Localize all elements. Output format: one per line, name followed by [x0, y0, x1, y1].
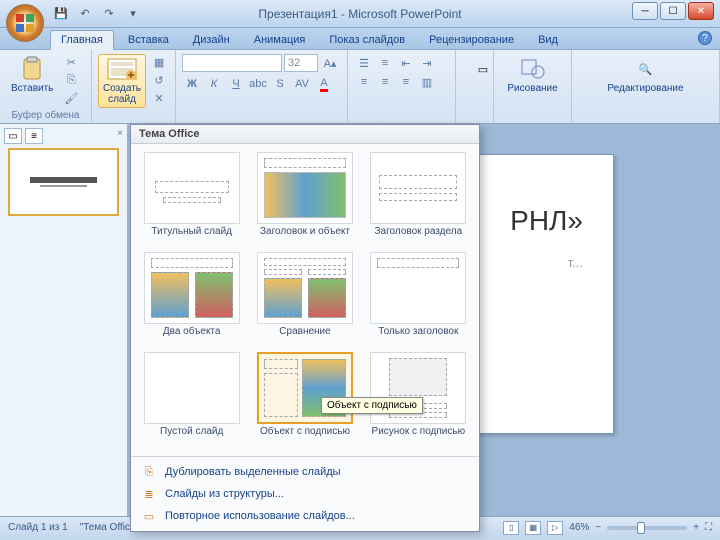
reset-icon[interactable]: ↺ — [150, 72, 168, 88]
minimize-button[interactable]: ─ — [632, 2, 658, 20]
find-icon: 🔍 — [630, 57, 662, 81]
menu-slides-from-outline[interactable]: ≣Слайды из структуры... — [131, 483, 479, 505]
titlebar: 💾 ↶ ↷ ▾ Презентация1 - Microsoft PowerPo… — [0, 0, 720, 28]
tab-design[interactable]: Дизайн — [183, 31, 240, 49]
help-icon[interactable]: ? — [698, 31, 712, 45]
tab-home[interactable]: Главная — [50, 30, 114, 50]
tab-insert[interactable]: Вставка — [118, 31, 179, 49]
tab-slideshow[interactable]: Показ слайдов — [319, 31, 415, 49]
outline-tab-icon[interactable]: ≡ — [25, 128, 43, 144]
align-left-icon[interactable]: ≡ — [354, 73, 374, 91]
layout-comparison[interactable]: Сравнение — [252, 252, 357, 348]
cut-icon[interactable]: ✂ — [62, 54, 80, 70]
layout-title-only[interactable]: Только заголовок — [366, 252, 471, 348]
workspace: ▭ ≡ × РНЛ» т... Тема Office Титульный сл… — [0, 124, 720, 516]
office-button[interactable] — [6, 4, 44, 42]
outline-icon: ≣ — [141, 486, 157, 502]
drawing-icon — [517, 57, 549, 81]
shadow-icon[interactable]: S — [270, 75, 290, 93]
copy-icon[interactable]: ⎘ — [62, 72, 80, 88]
quick-access-toolbar: 💾 ↶ ↷ ▾ — [52, 5, 142, 23]
fit-to-window-icon[interactable]: ⛶ — [705, 522, 712, 533]
indent-right-icon[interactable]: ⇥ — [417, 54, 437, 72]
layout-blank[interactable]: Пустой слайд — [139, 352, 244, 448]
status-slide-count: Слайд 1 из 1 — [8, 522, 68, 533]
ribbon: Вставить ✂ ⎘ 🖌 Буфер обмена Создать слай… — [0, 50, 720, 124]
layout-gallery: Тема Office Титульный слайд Заголовок и … — [130, 124, 480, 532]
group-clipboard-label: Буфер обмена — [6, 108, 85, 121]
sorter-view-icon[interactable]: ▦ — [525, 521, 541, 535]
drawing-button[interactable]: Рисование — [500, 54, 565, 97]
undo-icon[interactable]: ↶ — [76, 5, 94, 23]
maximize-button[interactable]: ☐ — [660, 2, 686, 20]
qat-dropdown-icon[interactable]: ▾ — [124, 5, 142, 23]
panel-close-icon[interactable]: × — [117, 128, 123, 144]
strike-icon[interactable]: abc — [248, 75, 268, 93]
italic-icon[interactable]: К — [204, 75, 224, 93]
tab-view[interactable]: Вид — [528, 31, 568, 49]
format-painter-icon[interactable]: 🖌 — [62, 90, 80, 106]
slide-thumbnail-1[interactable] — [8, 148, 119, 216]
zoom-in-icon[interactable]: + — [693, 522, 699, 533]
zoom-level[interactable]: 46% — [569, 522, 589, 533]
layout-icon[interactable]: ▦ — [150, 54, 168, 70]
tooltip: Объект с подписью — [321, 397, 423, 414]
normal-view-icon[interactable]: ▯ — [503, 521, 519, 535]
gallery-header: Тема Office — [131, 125, 479, 144]
zoom-out-icon[interactable]: − — [595, 522, 601, 533]
align-center-icon[interactable]: ≡ — [375, 73, 395, 91]
save-icon[interactable]: 💾 — [52, 5, 70, 23]
font-size-combo[interactable]: 32 — [284, 54, 318, 72]
bullets-icon[interactable]: ☰ — [354, 54, 374, 72]
bold-icon[interactable]: Ж — [182, 75, 202, 93]
layout-section-header[interactable]: Заголовок раздела — [366, 152, 471, 248]
font-family-combo[interactable] — [182, 54, 282, 72]
reuse-icon: ▭ — [141, 508, 157, 524]
tab-animations[interactable]: Анимация — [244, 31, 316, 49]
underline-icon[interactable]: Ч — [226, 75, 246, 93]
columns-icon[interactable]: ▥ — [417, 73, 437, 91]
ribbon-tabs: Главная Вставка Дизайн Анимация Показ сл… — [0, 28, 720, 50]
duplicate-icon: ⎘ — [141, 464, 157, 480]
new-slide-label: Создать слайд — [103, 83, 141, 105]
indent-left-icon[interactable]: ⇤ — [396, 54, 416, 72]
window-title: Презентация1 - Microsoft PowerPoint — [258, 7, 461, 21]
new-slide-button[interactable]: Создать слайд — [98, 54, 146, 108]
align-right-icon[interactable]: ≡ — [396, 73, 416, 91]
paste-button[interactable]: Вставить — [6, 54, 58, 97]
numbering-icon[interactable]: ≡ — [375, 54, 395, 72]
close-button[interactable]: ✕ — [688, 2, 714, 20]
slideshow-view-icon[interactable]: ▷ — [547, 521, 563, 535]
clipboard-icon — [16, 57, 48, 81]
layout-two-content[interactable]: Два объекта — [139, 252, 244, 348]
layout-title-slide[interactable]: Титульный слайд — [139, 152, 244, 248]
layout-title-content[interactable]: Заголовок и объект — [252, 152, 357, 248]
menu-duplicate-slides[interactable]: ⎘Дублировать выделенные слайды — [131, 461, 479, 483]
new-slide-icon — [106, 57, 138, 81]
char-spacing-icon[interactable]: AV — [292, 75, 312, 93]
grow-font-icon[interactable]: A▴ — [320, 54, 340, 72]
font-color-icon[interactable]: A — [314, 75, 334, 93]
redo-icon[interactable]: ↷ — [100, 5, 118, 23]
menu-reuse-slides[interactable]: ▭Повторное использование слайдов... — [131, 505, 479, 527]
editing-button[interactable]: 🔍 Редактирование — [578, 54, 713, 97]
slides-tab-icon[interactable]: ▭ — [4, 128, 22, 144]
delete-slide-icon[interactable]: ✕ — [150, 90, 168, 106]
zoom-slider[interactable] — [607, 526, 687, 530]
tab-review[interactable]: Рецензирование — [419, 31, 524, 49]
slide-panel: ▭ ≡ × — [0, 124, 128, 516]
